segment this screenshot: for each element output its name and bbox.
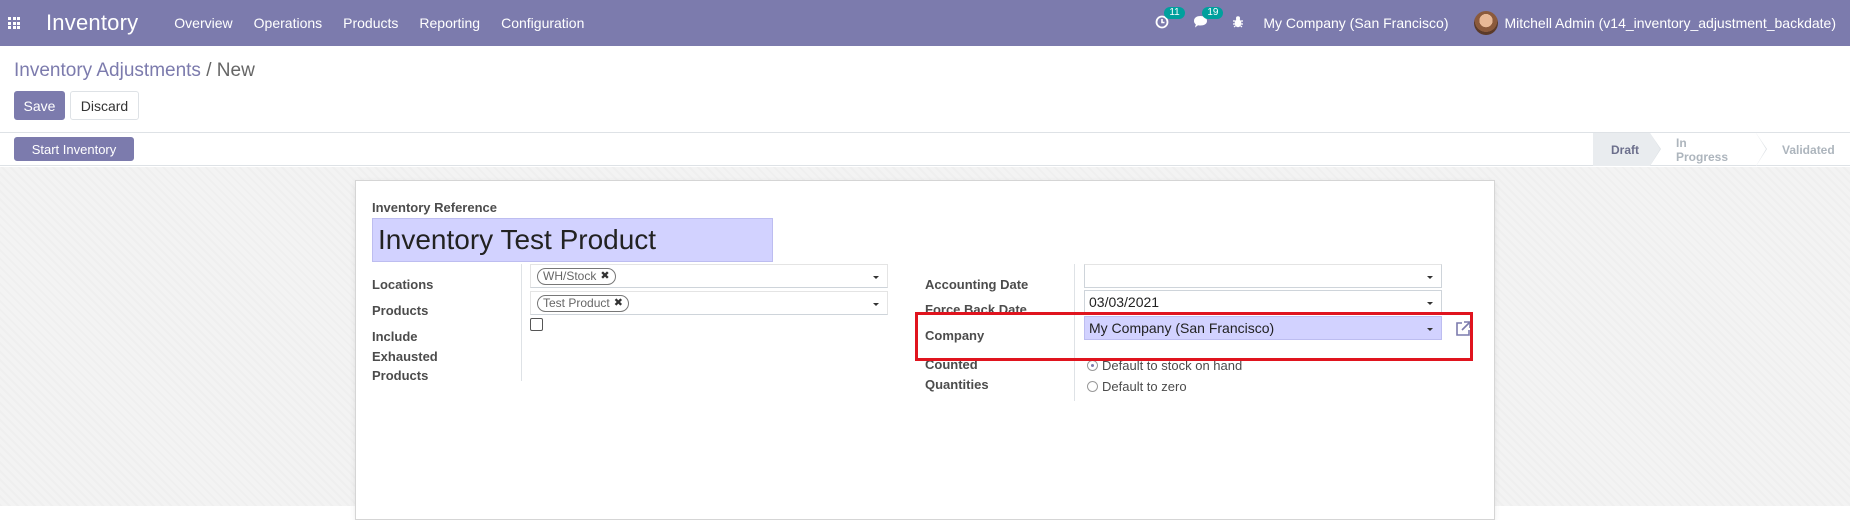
product-tag-label: Test Product	[543, 296, 610, 310]
apps-menu-button[interactable]	[0, 0, 28, 46]
menu-operations[interactable]: Operations	[254, 15, 322, 31]
products-field[interactable]: Test Product ✖	[530, 291, 888, 315]
stage-in-progress-label: In Progress	[1676, 135, 1729, 164]
accounting-date-label: Accounting Date	[925, 277, 1029, 292]
breadcrumb: Inventory Adjustments / New	[14, 60, 255, 82]
include-exhausted-label-line3: Products	[372, 368, 429, 383]
message-count-badge: 19	[1202, 7, 1224, 19]
menu-overview[interactable]: Overview	[174, 15, 232, 31]
location-tag-label: WH/Stock	[543, 269, 597, 283]
radio-default-zero-label[interactable]: Default to zero	[1102, 379, 1187, 394]
reference-label: Inventory Reference	[372, 200, 497, 215]
left-group-separator	[521, 264, 522, 381]
stage-validated-label: Validated	[1782, 142, 1835, 157]
apps-grid-icon	[8, 17, 20, 29]
force-back-date-highlight-box	[915, 312, 1473, 361]
discard-button[interactable]: Discard	[70, 91, 139, 120]
app-brand[interactable]: Inventory	[46, 10, 138, 36]
breadcrumb-current: New	[216, 60, 255, 81]
include-exhausted-checkbox[interactable]	[530, 318, 543, 331]
debug-menu[interactable]	[1231, 15, 1247, 31]
include-exhausted-label-line1: Include	[372, 329, 418, 344]
remove-tag-icon[interactable]: ✖	[600, 269, 609, 284]
start-inventory-button[interactable]: Start Inventory	[14, 137, 134, 161]
radio-default-zero[interactable]	[1087, 381, 1098, 392]
locations-field[interactable]: WH/Stock ✖	[530, 264, 888, 288]
radio-default-stock[interactable]	[1087, 360, 1098, 371]
breadcrumb-separator: /	[206, 60, 212, 81]
menu-configuration[interactable]: Configuration	[501, 15, 584, 31]
dropdown-caret-icon[interactable]	[1427, 276, 1433, 279]
product-tag: Test Product ✖	[537, 295, 629, 312]
remove-tag-icon[interactable]: ✖	[614, 296, 623, 311]
products-label: Products	[372, 303, 429, 318]
stage-list: Draft In Progress Validated	[1593, 133, 1850, 166]
user-avatar[interactable]	[1474, 11, 1499, 35]
locations-label: Locations	[372, 277, 434, 292]
company-switcher[interactable]: My Company (San Francisco)	[1263, 15, 1448, 31]
dropdown-caret-icon[interactable]	[1427, 302, 1433, 305]
save-button[interactable]: Save	[14, 91, 65, 120]
activity-count-badge: 11	[1164, 7, 1185, 19]
bug-icon	[1233, 16, 1244, 28]
activity-menu[interactable]: 11	[1155, 7, 1185, 31]
stage-validated[interactable]: Validated	[1756, 133, 1850, 166]
dropdown-caret-icon[interactable]	[873, 276, 879, 279]
counted-quantities-label-line2: Quantities	[925, 377, 989, 392]
breadcrumb-parent-link[interactable]: Inventory Adjustments	[14, 60, 201, 81]
reference-input[interactable]: Inventory Test Product	[372, 218, 773, 262]
control-panel: Inventory Adjustments / New Save Discard	[0, 46, 1850, 133]
dropdown-caret-icon[interactable]	[873, 303, 879, 306]
form-statusbar: Start Inventory Draft In Progress Valida…	[0, 133, 1850, 166]
force-back-date-value: 03/03/2021	[1089, 294, 1160, 310]
user-menu[interactable]: Mitchell Admin (v14_inventory_adjustment…	[1504, 15, 1836, 31]
accounting-date-input[interactable]	[1084, 264, 1442, 288]
include-exhausted-label-line2: Exhausted	[372, 349, 438, 364]
stage-draft-label: Draft	[1611, 142, 1640, 157]
menu-products[interactable]: Products	[343, 15, 398, 31]
top-navbar: Inventory Overview Operations Products R…	[0, 0, 1850, 46]
messaging-menu[interactable]: 19	[1193, 7, 1224, 31]
force-back-date-input[interactable]: 03/03/2021	[1084, 290, 1442, 314]
stage-draft[interactable]: Draft	[1593, 133, 1661, 166]
stage-in-progress[interactable]: In Progress	[1650, 133, 1767, 166]
menu-reporting[interactable]: Reporting	[419, 15, 480, 31]
location-tag: WH/Stock ✖	[537, 268, 616, 285]
